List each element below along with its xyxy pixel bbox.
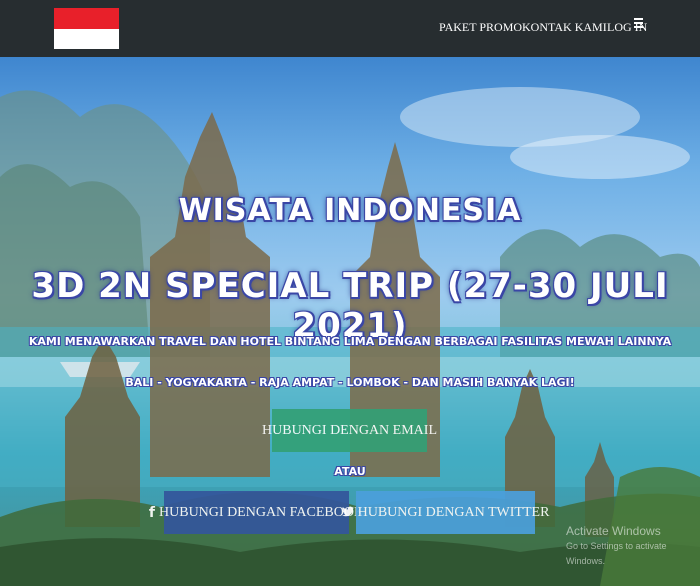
indonesia-flag-logo[interactable] [54,8,119,49]
facebook-icon: f [148,504,156,521]
watermark-line1: Activate Windows [566,524,661,538]
twitter-contact-button[interactable]: HUBUNGI DENGAN TWITTER [341,491,549,534]
hero-subtitle: 3D 2N SPECIAL TRIP (27-30 JULI 2021) [31,266,669,346]
or-text: ATAU [334,465,366,478]
facebook-contact-button[interactable]: f HUBUNGI DENGAN FACEBOOK [149,491,364,534]
hamburger-icon[interactable] [634,18,643,28]
nav-paket-promo[interactable]: PAKET PROMO [439,20,522,35]
flag-white-stripe [54,28,119,49]
watermark-line2: Go to Settings to activate Windows. [566,541,667,566]
email-contact-button[interactable]: HUBUNGI DENGAN EMAIL [262,409,437,452]
hero-section: WISATA INDONESIA 3D 2N SPECIAL TRIP (27-… [0,57,700,586]
twitter-icon [341,505,354,521]
flag-red-stripe [54,8,119,29]
hero-destinations: BALI - YOGYAKARTA - RAJA AMPAT - LOMBOK … [125,376,575,389]
facebook-button-label: HUBUNGI DENGAN FACEBOOK [159,504,365,520]
hero-tagline: KAMI MENAWARKAN TRAVEL DAN HOTEL BINTANG… [28,335,672,348]
hero-title: WISATA INDONESIA [178,193,522,228]
navbar: PAKET PROMO KONTAK KAMI LOG IN [0,0,700,57]
twitter-button-label: HUBUNGI DENGAN TWITTER [357,504,550,520]
email-button-label: HUBUNGI DENGAN EMAIL [262,422,437,438]
activate-windows-watermark: Activate Windows Go to Settings to activ… [566,524,700,569]
nav-kontak-kami[interactable]: KONTAK KAMI [522,20,607,35]
